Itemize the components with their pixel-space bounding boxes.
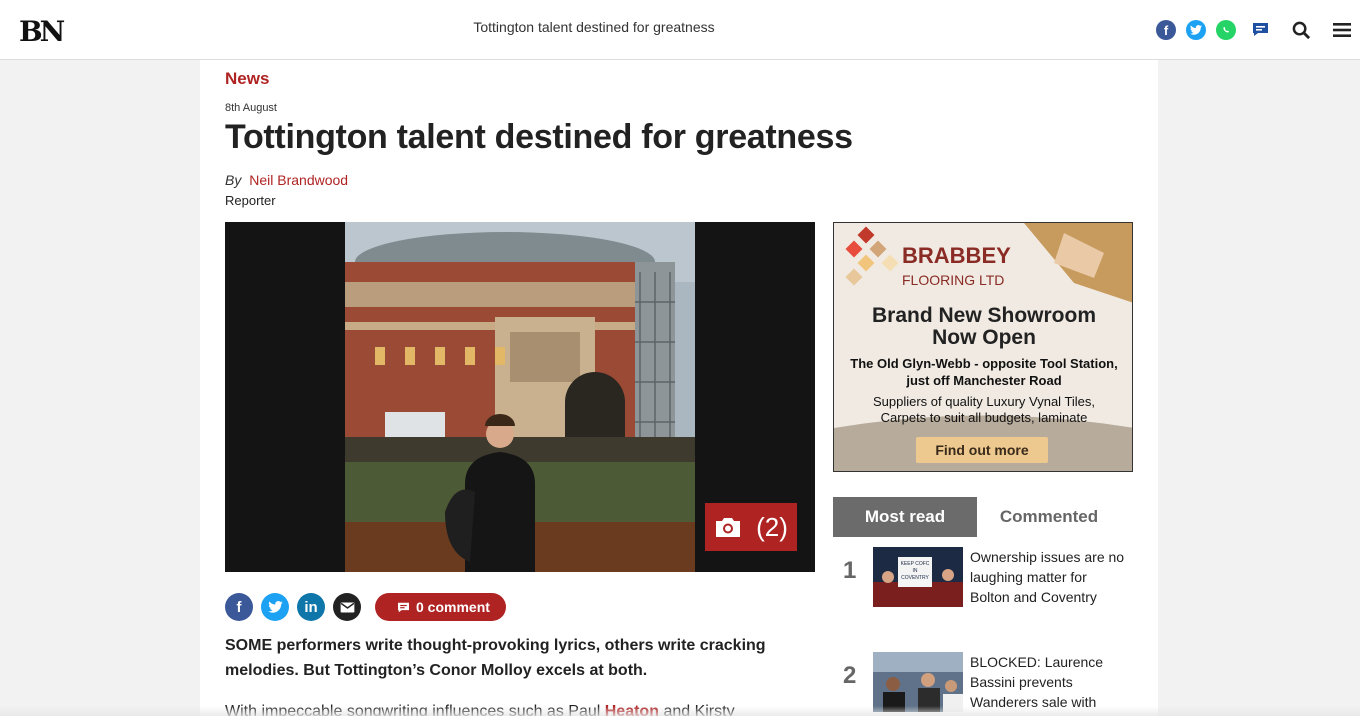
comment-icon — [1252, 22, 1268, 36]
facebook-share-icon[interactable]: f — [225, 593, 253, 621]
camera-icon — [716, 518, 741, 537]
facebook-share-button[interactable]: f — [1156, 20, 1176, 40]
tab-commented[interactable]: Commented — [977, 497, 1121, 537]
search-button[interactable] — [1290, 19, 1312, 41]
bottom-fade — [0, 706, 1360, 716]
most-read-thumbnail[interactable] — [873, 652, 963, 712]
gallery-count: (2) — [756, 511, 788, 542]
article-share-row: f in 0 comment — [225, 593, 506, 621]
ad-cta-button[interactable]: Find out more — [916, 437, 1048, 463]
most-read-title[interactable]: Ownership issues are no laughing matter … — [970, 547, 1130, 607]
most-read-tabs: Most read Commented — [833, 497, 1133, 537]
twitter-icon — [1186, 20, 1206, 40]
publish-date: 8th August — [225, 102, 277, 114]
author-link[interactable]: Neil Brandwood — [249, 172, 348, 188]
ad-description-line-1: Suppliers of quality Luxury Vynal Tiles, — [872, 394, 1096, 409]
ad-headline-line-1: Brand New Showroom — [871, 304, 1097, 327]
ad-address-line-2: just off Manchester Road — [906, 373, 1062, 388]
ad-brand-subtitle: FLOORING LTD — [902, 272, 1005, 288]
email-share-icon[interactable] — [333, 593, 361, 621]
ad-brand-name: BRABBEY FLOORING LTD — [902, 245, 1011, 291]
ad-headline: Brand New Showroom Now Open — [834, 304, 1132, 349]
most-read-item[interactable]: 1 KEEP COFC IN COVENTRY Ownership issues… — [833, 547, 1133, 637]
comments-button[interactable] — [1250, 19, 1270, 39]
header-article-title: Tottington talent destined for greatness — [473, 19, 715, 35]
linkedin-share-icon[interactable]: in — [297, 593, 325, 621]
article-container: News 8th August Tottington talent destin… — [200, 60, 1158, 716]
menu-button[interactable] — [1331, 19, 1353, 41]
article-image-gallery[interactable]: (2) — [225, 222, 815, 572]
whatsapp-icon — [1216, 20, 1236, 40]
menu-icon — [1333, 23, 1351, 37]
article-headline: Tottington talent destined for greatness — [225, 118, 853, 156]
ad-description: Suppliers of quality Luxury Vynal Tiles,… — [834, 394, 1132, 426]
section-label[interactable]: News — [225, 69, 269, 89]
ad-brand-title: BRABBEY — [902, 243, 1011, 268]
twitter-share-icon[interactable] — [261, 593, 289, 621]
search-icon — [1292, 21, 1310, 39]
tab-most-read[interactable]: Most read — [833, 497, 977, 537]
facebook-icon: f — [1156, 20, 1176, 40]
most-read-rank: 1 — [843, 557, 857, 584]
gallery-button[interactable]: (2) — [705, 503, 797, 551]
ad-address-line-1: The Old Glyn-Webb - opposite Tool Statio… — [850, 356, 1118, 371]
most-read-rank: 2 — [843, 662, 857, 689]
byline: By Neil Brandwood — [225, 172, 348, 188]
comment-count-label: 0 comment — [416, 599, 490, 615]
author-role: Reporter — [225, 193, 276, 208]
most-read-thumbnail[interactable]: KEEP COFC IN COVENTRY — [873, 547, 963, 607]
ad-description-line-2: Carpets to suit all budgets, laminate — [880, 410, 1088, 425]
article-lead: SOME performers write thought-provoking … — [225, 637, 766, 679]
article-photo[interactable] — [345, 222, 695, 572]
whatsapp-share-button[interactable] — [1216, 20, 1236, 40]
thumbnail-sign-text: KEEP COFC IN COVENTRY — [900, 561, 930, 581]
comment-icon — [398, 602, 409, 612]
ad-headline-line-2: Now Open — [932, 326, 1036, 349]
byline-prefix: By — [225, 172, 242, 188]
ad-address: The Old Glyn-Webb - opposite Tool Statio… — [834, 355, 1132, 389]
twitter-share-button[interactable] — [1186, 20, 1206, 40]
advert-banner[interactable]: BRABBEY FLOORING LTD Brand New Showroom … — [833, 222, 1133, 472]
top-bar: BN Tottington talent destined for greatn… — [0, 0, 1360, 60]
comment-count-button[interactable]: 0 comment — [375, 593, 506, 621]
